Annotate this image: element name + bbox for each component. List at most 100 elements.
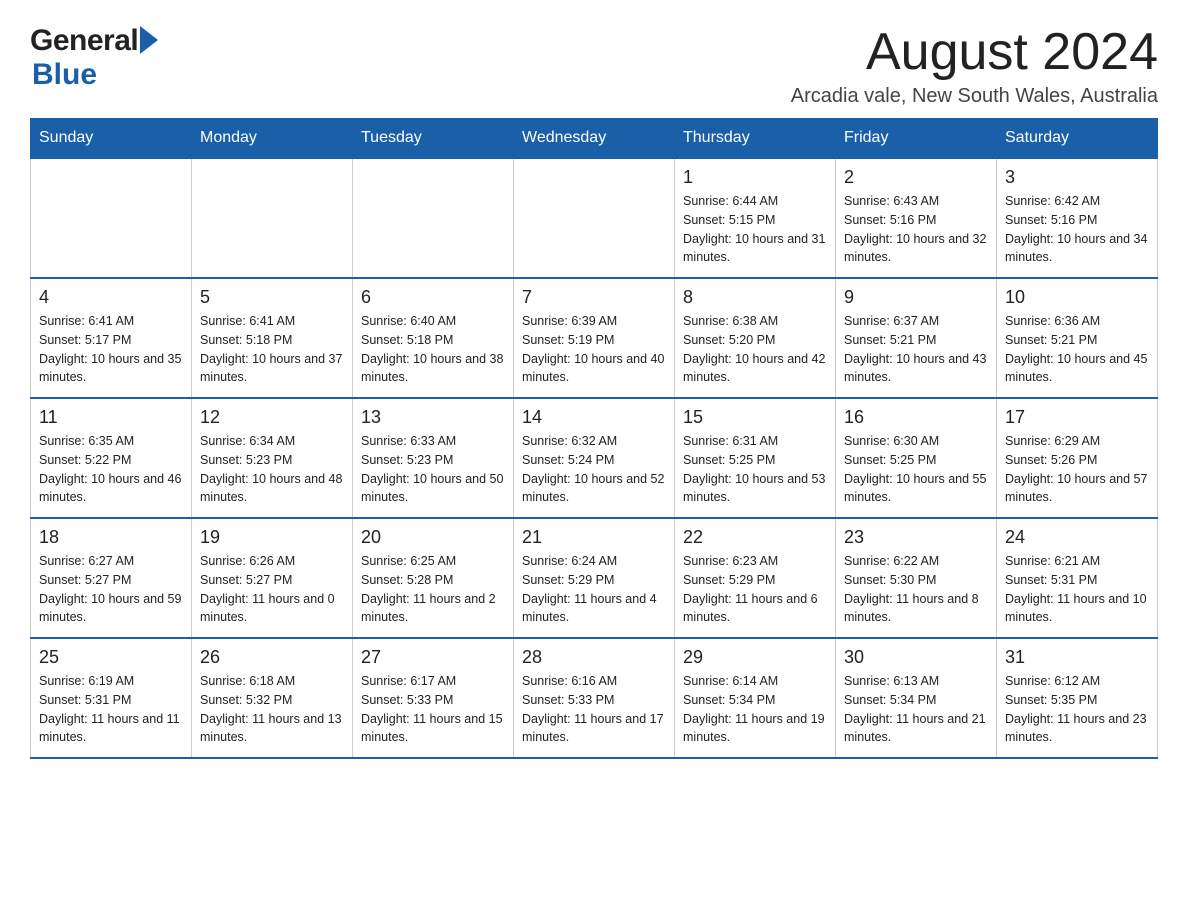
table-row: 3 Sunrise: 6:42 AMSunset: 5:16 PMDaylight… [997,158,1158,278]
table-row: 5 Sunrise: 6:41 AMSunset: 5:18 PMDaylight… [192,278,353,398]
table-row: 19 Sunrise: 6:26 AMSunset: 5:27 PMDayligh… [192,518,353,638]
day-info: Sunrise: 6:12 AMSunset: 5:35 PMDaylight:… [1005,672,1149,747]
day-info: Sunrise: 6:23 AMSunset: 5:29 PMDaylight:… [683,552,827,627]
table-row: 24 Sunrise: 6:21 AMSunset: 5:31 PMDayligh… [997,518,1158,638]
table-row: 9Sunrise: 6:37 AMSunset: 5:21 PMDaylight… [836,278,997,398]
day-number: 29 [683,647,827,668]
logo: General Blue [30,24,158,92]
calendar-week-row: 18 Sunrise: 6:27 AMSunset: 5:27 PMDayligh… [31,518,1158,638]
page-header: General Blue August 2024 Arcadia vale, N… [30,24,1158,108]
day-number: 20 [361,527,505,548]
table-row: 11 Sunrise: 6:35 AMSunset: 5:22 PMDayligh… [31,398,192,518]
logo-blue-text: Blue [32,58,97,91]
calendar-table: Sunday Monday Tuesday Wednesday Thursday… [30,118,1158,759]
day-info: Sunrise: 6:29 AMSunset: 5:26 PMDaylight:… [1005,432,1149,507]
day-number: 5 [200,287,344,308]
day-number: 13 [361,407,505,428]
day-info: Sunrise: 6:38 AMSunset: 5:20 PMDaylight:… [683,312,827,387]
day-info: Sunrise: 6:35 AMSunset: 5:22 PMDaylight:… [39,432,183,507]
calendar-week-row: 25 Sunrise: 6:19 AMSunset: 5:31 PMDayligh… [31,638,1158,758]
table-row: 17Sunrise: 6:29 AMSunset: 5:26 PMDayligh… [997,398,1158,518]
day-info: Sunrise: 6:31 AMSunset: 5:25 PMDaylight:… [683,432,827,507]
logo-arrow-icon [140,26,158,54]
day-number: 10 [1005,287,1149,308]
day-info: Sunrise: 6:32 AMSunset: 5:24 PMDaylight:… [522,432,666,507]
day-number: 18 [39,527,183,548]
day-info: Sunrise: 6:16 AMSunset: 5:33 PMDaylight:… [522,672,666,747]
day-number: 26 [200,647,344,668]
table-row: 31 Sunrise: 6:12 AMSunset: 5:35 PMDayligh… [997,638,1158,758]
table-row: 2Sunrise: 6:43 AMSunset: 5:16 PMDaylight… [836,158,997,278]
calendar-week-row: 4Sunrise: 6:41 AMSunset: 5:17 PMDaylight… [31,278,1158,398]
day-info: Sunrise: 6:34 AMSunset: 5:23 PMDaylight:… [200,432,344,507]
month-title: August 2024 [791,24,1158,81]
day-info: Sunrise: 6:36 AMSunset: 5:21 PMDaylight:… [1005,312,1149,387]
location-title: Arcadia vale, New South Wales, Australia [791,85,1158,108]
day-number: 25 [39,647,183,668]
col-saturday: Saturday [997,119,1158,159]
calendar-header-row: Sunday Monday Tuesday Wednesday Thursday… [31,119,1158,159]
table-row: 13Sunrise: 6:33 AMSunset: 5:23 PMDayligh… [353,398,514,518]
day-info: Sunrise: 6:39 AMSunset: 5:19 PMDaylight:… [522,312,666,387]
day-info: Sunrise: 6:40 AMSunset: 5:18 PMDaylight:… [361,312,505,387]
table-row: 16 Sunrise: 6:30 AMSunset: 5:25 PMDayligh… [836,398,997,518]
table-row: 7Sunrise: 6:39 AMSunset: 5:19 PMDaylight… [514,278,675,398]
day-info: Sunrise: 6:18 AMSunset: 5:32 PMDaylight:… [200,672,344,747]
table-row: 26 Sunrise: 6:18 AMSunset: 5:32 PMDayligh… [192,638,353,758]
day-number: 19 [200,527,344,548]
col-tuesday: Tuesday [353,119,514,159]
day-info: Sunrise: 6:21 AMSunset: 5:31 PMDaylight:… [1005,552,1149,627]
table-row: 30 Sunrise: 6:13 AMSunset: 5:34 PMDayligh… [836,638,997,758]
col-sunday: Sunday [31,119,192,159]
day-number: 16 [844,407,988,428]
day-info: Sunrise: 6:30 AMSunset: 5:25 PMDaylight:… [844,432,988,507]
table-row: 8Sunrise: 6:38 AMSunset: 5:20 PMDaylight… [675,278,836,398]
col-thursday: Thursday [675,119,836,159]
table-row: 21 Sunrise: 6:24 AMSunset: 5:29 PMDayligh… [514,518,675,638]
table-row: 18 Sunrise: 6:27 AMSunset: 5:27 PMDayligh… [31,518,192,638]
col-friday: Friday [836,119,997,159]
table-row: 15 Sunrise: 6:31 AMSunset: 5:25 PMDayligh… [675,398,836,518]
table-row: 20 Sunrise: 6:25 AMSunset: 5:28 PMDayligh… [353,518,514,638]
day-number: 30 [844,647,988,668]
day-number: 24 [1005,527,1149,548]
day-number: 12 [200,407,344,428]
table-row [514,158,675,278]
table-row [192,158,353,278]
day-info: Sunrise: 6:13 AMSunset: 5:34 PMDaylight:… [844,672,988,747]
day-info: Sunrise: 6:14 AMSunset: 5:34 PMDaylight:… [683,672,827,747]
day-number: 14 [522,407,666,428]
day-info: Sunrise: 6:41 AMSunset: 5:17 PMDaylight:… [39,312,183,387]
table-row: 12 Sunrise: 6:34 AMSunset: 5:23 PMDayligh… [192,398,353,518]
day-number: 3 [1005,167,1149,188]
calendar-week-row: 1 Sunrise: 6:44 AMSunset: 5:15 PMDaylight… [31,158,1158,278]
day-info: Sunrise: 6:19 AMSunset: 5:31 PMDaylight:… [39,672,183,747]
day-number: 22 [683,527,827,548]
table-row: 28 Sunrise: 6:16 AMSunset: 5:33 PMDayligh… [514,638,675,758]
day-number: 15 [683,407,827,428]
day-number: 28 [522,647,666,668]
table-row: 4Sunrise: 6:41 AMSunset: 5:17 PMDaylight… [31,278,192,398]
table-row: 10 Sunrise: 6:36 AMSunset: 5:21 PMDayligh… [997,278,1158,398]
day-info: Sunrise: 6:24 AMSunset: 5:29 PMDaylight:… [522,552,666,627]
table-row: 6 Sunrise: 6:40 AMSunset: 5:18 PMDaylight… [353,278,514,398]
table-row: 27Sunrise: 6:17 AMSunset: 5:33 PMDayligh… [353,638,514,758]
day-number: 31 [1005,647,1149,668]
day-number: 9 [844,287,988,308]
col-wednesday: Wednesday [514,119,675,159]
day-number: 6 [361,287,505,308]
day-info: Sunrise: 6:44 AMSunset: 5:15 PMDaylight:… [683,192,827,267]
day-info: Sunrise: 6:26 AMSunset: 5:27 PMDaylight:… [200,552,344,627]
day-info: Sunrise: 6:41 AMSunset: 5:18 PMDaylight:… [200,312,344,387]
table-row: 25 Sunrise: 6:19 AMSunset: 5:31 PMDayligh… [31,638,192,758]
day-info: Sunrise: 6:27 AMSunset: 5:27 PMDaylight:… [39,552,183,627]
day-info: Sunrise: 6:42 AMSunset: 5:16 PMDaylight:… [1005,192,1149,267]
table-row: 1 Sunrise: 6:44 AMSunset: 5:15 PMDaylight… [675,158,836,278]
col-monday: Monday [192,119,353,159]
day-number: 11 [39,407,183,428]
day-number: 2 [844,167,988,188]
logo-general-text: General [30,24,138,58]
day-number: 21 [522,527,666,548]
day-info: Sunrise: 6:25 AMSunset: 5:28 PMDaylight:… [361,552,505,627]
day-number: 1 [683,167,827,188]
